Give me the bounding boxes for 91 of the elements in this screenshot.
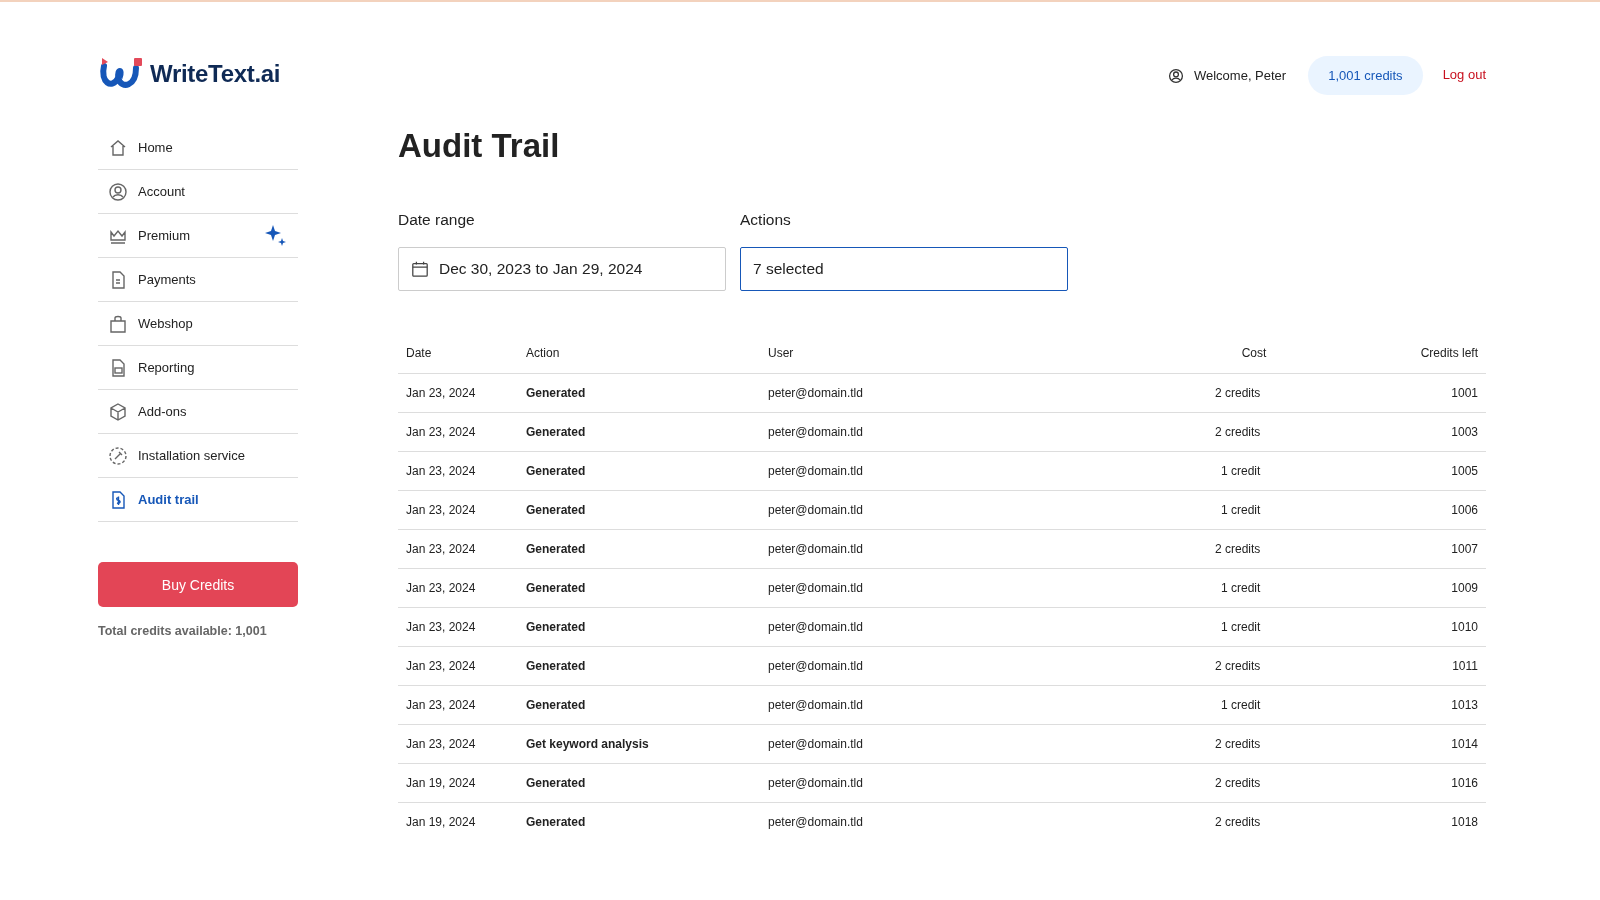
table-cell: 2 credits — [1080, 373, 1275, 413]
table-cell: 1009 — [1274, 568, 1486, 608]
column-header: Date — [398, 333, 518, 374]
table-cell: peter@domain.tld — [760, 412, 1080, 452]
table-cell: 1018 — [1274, 802, 1486, 841]
actions-select[interactable]: 7 selected — [740, 247, 1068, 291]
table-cell: peter@domain.tld — [760, 607, 1080, 647]
home-icon — [108, 137, 128, 158]
table-cell: Generated — [518, 763, 760, 803]
shopping-bag-icon — [108, 313, 128, 334]
account-icon — [108, 181, 128, 202]
table-cell: Jan 23, 2024 — [398, 568, 518, 608]
table-cell: 1010 — [1274, 607, 1486, 647]
table-cell: 1016 — [1274, 763, 1486, 803]
table-cell: 1001 — [1274, 373, 1486, 413]
sidebar-item[interactable]: Installation service — [98, 434, 298, 478]
sidebar-item[interactable]: Premium — [98, 214, 298, 258]
table-cell: 2 credits — [1080, 412, 1275, 452]
sidebar-item[interactable]: Home — [98, 126, 298, 170]
table-cell: Generated — [518, 412, 760, 452]
total-credits-text: Total credits available: 1,001 — [98, 624, 268, 638]
table-cell: Generated — [518, 451, 760, 491]
column-header: Credits left — [1274, 333, 1486, 374]
table-cell: Jan 23, 2024 — [398, 490, 518, 530]
table-cell: 2 credits — [1080, 724, 1275, 764]
sidebar-item[interactable]: Account — [98, 170, 298, 214]
sidebar-item[interactable]: Reporting — [98, 346, 298, 390]
table-cell: 1 credit — [1080, 607, 1275, 647]
table-cell: peter@domain.tld — [760, 490, 1080, 530]
table-cell: 1 credit — [1080, 490, 1275, 530]
table-cell: Generated — [518, 607, 760, 647]
date-range-label: Date range — [398, 211, 476, 229]
table-cell: 2 credits — [1080, 529, 1275, 569]
table-cell: 1003 — [1274, 412, 1486, 452]
table-cell: 1011 — [1274, 646, 1486, 686]
table-cell: Generated — [518, 529, 760, 569]
sidebar-item[interactable]: Add-ons — [98, 390, 298, 434]
table-cell: Jan 23, 2024 — [398, 373, 518, 413]
table-cell: Jan 23, 2024 — [398, 646, 518, 686]
logo-text: WriteText.ai — [150, 60, 281, 88]
table-cell: Jan 19, 2024 — [398, 802, 518, 841]
table-cell: Generated — [518, 490, 760, 530]
table-cell: 1 credit — [1080, 685, 1275, 725]
table-cell: Jan 23, 2024 — [398, 724, 518, 764]
table-cell: peter@domain.tld — [760, 568, 1080, 608]
buy-credits-button[interactable]: Buy Credits — [98, 562, 298, 607]
table-cell: peter@domain.tld — [760, 802, 1080, 841]
date-range-field[interactable]: Dec 30, 2023 to Jan 29, 2024 — [398, 247, 726, 291]
box-icon — [108, 401, 128, 422]
table-cell: 2 credits — [1080, 646, 1275, 686]
table-cell: Jan 19, 2024 — [398, 763, 518, 803]
logout-link[interactable]: Log out — [1442, 66, 1486, 82]
table-cell: peter@domain.tld — [760, 685, 1080, 725]
table-cell: 1013 — [1274, 685, 1486, 725]
page-title: Audit Trail — [398, 127, 561, 165]
sidebar-item[interactable]: Webshop — [98, 302, 298, 346]
table-cell: Generated — [518, 568, 760, 608]
table-cell: Jan 23, 2024 — [398, 607, 518, 647]
table-cell: 1014 — [1274, 724, 1486, 764]
table-cell: Generated — [518, 373, 760, 413]
table-cell: peter@domain.tld — [760, 763, 1080, 803]
table-cell: 2 credits — [1080, 763, 1275, 803]
column-header: Cost — [1080, 333, 1275, 374]
calendar-icon — [411, 260, 429, 278]
table-cell: peter@domain.tld — [760, 724, 1080, 764]
table-cell: peter@domain.tld — [760, 373, 1080, 413]
table-cell: 1 credit — [1080, 568, 1275, 608]
table-cell: Jan 23, 2024 — [398, 685, 518, 725]
table-cell: 2 credits — [1080, 802, 1275, 841]
welcome-text: Welcome, Peter — [1193, 68, 1287, 83]
table-cell: peter@domain.tld — [760, 451, 1080, 491]
table-cell: Generated — [518, 802, 760, 841]
table-cell: peter@domain.tld — [760, 646, 1080, 686]
credits-badge: 1,001 credits — [1308, 56, 1423, 95]
table-cell: 1006 — [1274, 490, 1486, 530]
table-cell: Generated — [518, 646, 760, 686]
actions-label: Actions — [740, 211, 792, 229]
table-cell: Jan 23, 2024 — [398, 451, 518, 491]
sidebar-item[interactable]: Audit trail — [98, 478, 298, 522]
table-cell: Generated — [518, 685, 760, 725]
table-cell: Jan 23, 2024 — [398, 529, 518, 569]
sidebar-item[interactable]: Payments — [98, 258, 298, 302]
table-cell: Jan 23, 2024 — [398, 412, 518, 452]
table-cell: Get keyword analysis — [518, 724, 760, 764]
table-cell: 1 credit — [1080, 451, 1275, 491]
table-cell: 1005 — [1274, 451, 1486, 491]
table-cell: 1007 — [1274, 529, 1486, 569]
column-header: Action — [518, 333, 760, 374]
user-icon — [1167, 67, 1184, 84]
table-cell: peter@domain.tld — [760, 529, 1080, 569]
column-header: User — [760, 333, 1080, 374]
